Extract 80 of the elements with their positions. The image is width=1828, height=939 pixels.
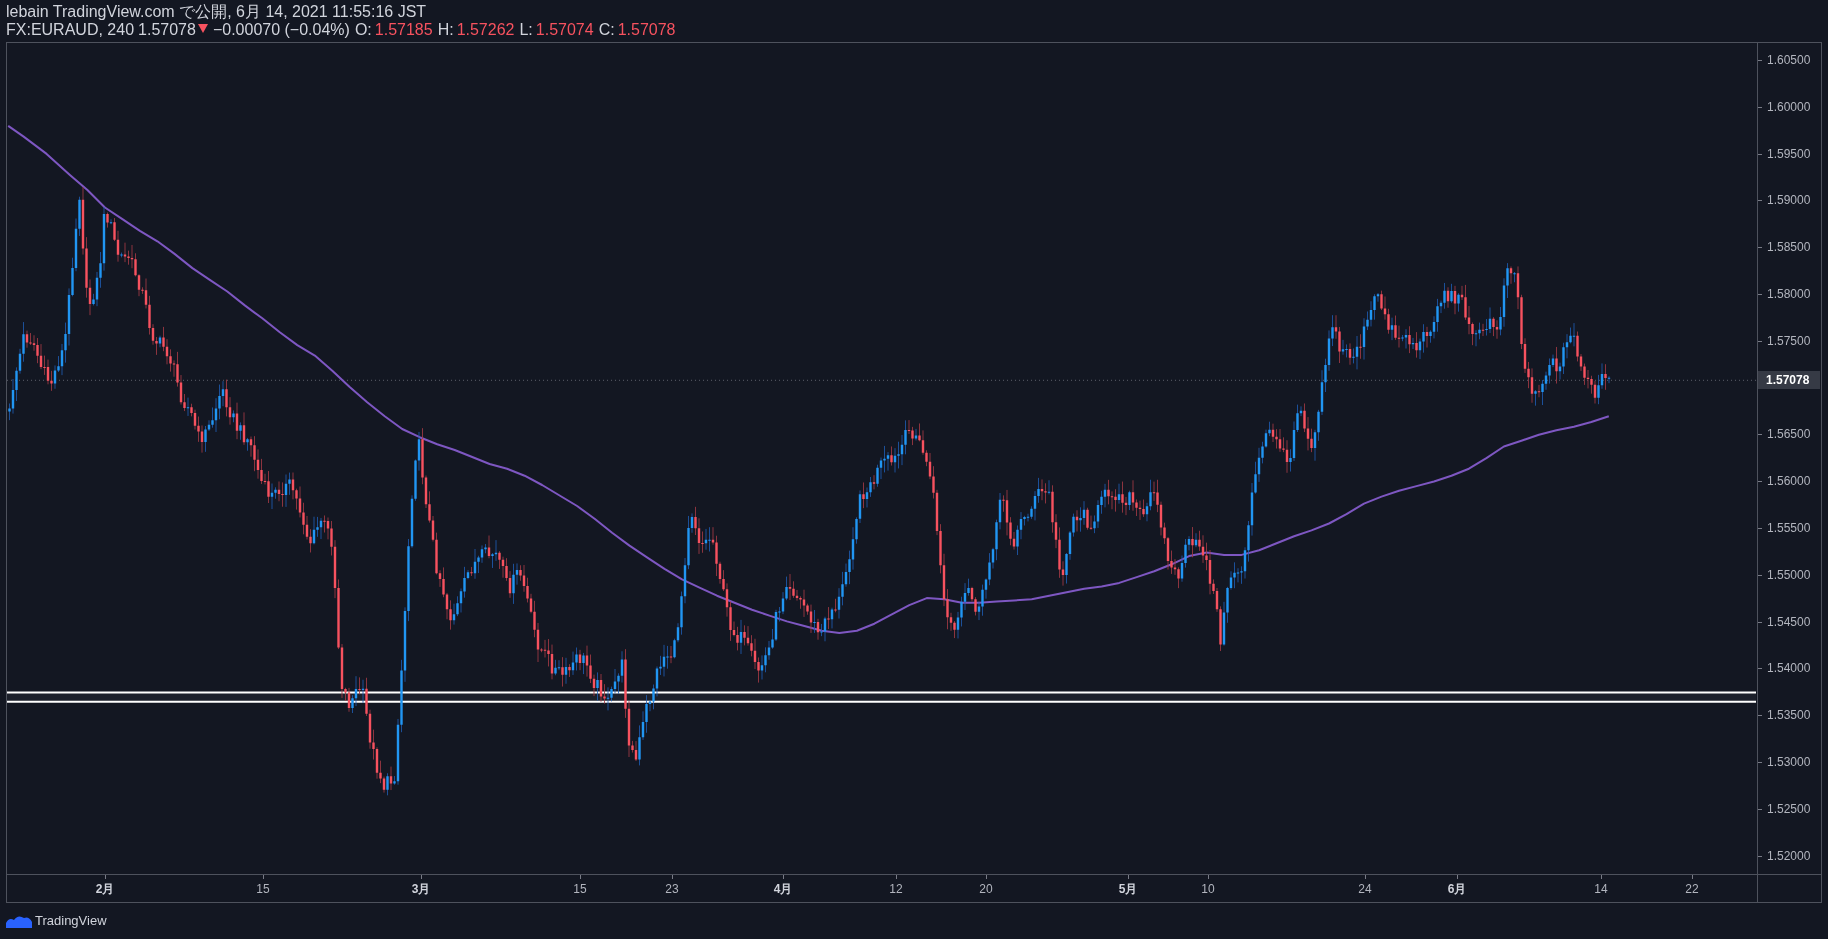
ohlc-value: 1.57185 bbox=[374, 21, 433, 39]
axis-tick bbox=[1758, 294, 1762, 295]
axis-tick bbox=[1758, 60, 1762, 61]
axis-tick bbox=[896, 875, 897, 879]
ohlc-label: C: bbox=[598, 21, 615, 39]
axis-tick bbox=[1758, 762, 1762, 763]
price-tick-label: 1.57500 bbox=[1767, 333, 1811, 348]
price-tick-label: 1.59000 bbox=[1767, 193, 1811, 208]
price-change-value: −0.00070 (−0.04%) bbox=[212, 21, 350, 39]
price-tick-label: 1.55000 bbox=[1767, 567, 1811, 582]
price-tick-label: 1.56500 bbox=[1767, 427, 1811, 442]
axis-tick bbox=[783, 875, 784, 879]
price-tick-label: 1.59500 bbox=[1767, 146, 1811, 161]
axis-tick bbox=[580, 875, 581, 879]
time-tick-label: 3月 bbox=[411, 882, 431, 896]
axis-tick bbox=[1457, 875, 1458, 879]
axis-tick bbox=[1758, 481, 1762, 483]
axis-tick bbox=[1758, 715, 1762, 717]
axis-tick bbox=[672, 875, 673, 879]
time-tick-label: 6月 bbox=[1447, 882, 1467, 896]
axis-tick bbox=[1208, 875, 1209, 879]
price-tick-label: 1.60000 bbox=[1767, 99, 1811, 114]
ohlc-label: O: bbox=[354, 21, 372, 39]
price-tick-label: 1.53000 bbox=[1767, 755, 1811, 769]
time-tick-label: 15 bbox=[256, 882, 270, 896]
time-tick-label: 12 bbox=[889, 882, 903, 896]
axis-tick bbox=[1758, 574, 1762, 576]
price-tick-label: 1.58000 bbox=[1767, 287, 1811, 301]
axis-tick bbox=[1758, 855, 1762, 857]
brand-name: TradingView bbox=[35, 912, 107, 931]
price-tick-label: 1.56000 bbox=[1767, 474, 1811, 489]
ohlc-label: L: bbox=[519, 21, 533, 39]
price-tick-label: 1.55500 bbox=[1767, 521, 1811, 535]
price-tick-label: 1.52000 bbox=[1767, 848, 1811, 863]
price-tick-label: 1.60500 bbox=[1767, 53, 1811, 67]
axis-tick bbox=[1758, 621, 1762, 623]
ohlc-label: H: bbox=[437, 21, 454, 39]
time-tick-label: 23 bbox=[665, 882, 679, 896]
axis-tick bbox=[263, 875, 264, 879]
price-tick-label: 1.54000 bbox=[1767, 661, 1811, 676]
publish-info: lebain TradingView.com で公開, 6月 14, 2021 11:55:16 JST bbox=[6, 3, 427, 21]
axis-tick bbox=[1758, 340, 1762, 342]
time-tick-label: 14 bbox=[1594, 882, 1608, 896]
time-tick-label: 2月 bbox=[95, 882, 115, 896]
ohlc-value: 1.57074 bbox=[535, 21, 594, 39]
ohlc-value: 1.57262 bbox=[456, 21, 515, 39]
ohlc-value: 1.57078 bbox=[617, 21, 676, 39]
axis-tick bbox=[1758, 153, 1762, 155]
time-tick-label: 24 bbox=[1358, 882, 1372, 896]
time-tick-label: 22 bbox=[1685, 882, 1699, 896]
price-tick-label: 1.54500 bbox=[1767, 614, 1811, 629]
current-price-label: 1.57078 bbox=[1758, 371, 1820, 390]
symbol-label: FX:EURAUD, 240 bbox=[6, 21, 135, 39]
price-tick-label: 1.52500 bbox=[1767, 801, 1811, 816]
time-tick-label: 10 bbox=[1201, 882, 1215, 896]
price-axis[interactable]: 1.60500 1.60000 1.59500 1.59000 1.58500 1.58000 1.57500 1.56500 1.56000 1.55500 1.55000 1.54500 1.54000 1.53500 1.53000 1.52500 1.52000 1.57078 bbox=[1757, 43, 1821, 874]
axis-tick bbox=[1758, 106, 1762, 108]
axis-tick bbox=[1365, 875, 1366, 879]
axis-tick bbox=[105, 875, 106, 879]
last-price-value: 1.57078 bbox=[138, 21, 196, 39]
time-tick-label: 4月 bbox=[773, 882, 793, 896]
axis-tick bbox=[1758, 434, 1762, 436]
axis-tick bbox=[986, 875, 987, 879]
axis-tick bbox=[1128, 875, 1129, 879]
horizontal-band[interactable] bbox=[7, 691, 1756, 703]
time-axis[interactable]: 2月 15 3月 15 23 4月 12 20 5月 10 24 6月 14 22 bbox=[7, 875, 1757, 902]
time-tick-label: 20 bbox=[979, 882, 993, 896]
axis-tick bbox=[1601, 875, 1602, 879]
axis-tick bbox=[1758, 808, 1762, 810]
axis-tick bbox=[421, 875, 422, 879]
axis-tick bbox=[1758, 668, 1762, 670]
axis-tick bbox=[1692, 875, 1693, 879]
time-tick-label: 5月 bbox=[1118, 882, 1138, 896]
axis-tick bbox=[1758, 528, 1762, 529]
axis-tick bbox=[1758, 200, 1762, 202]
cloud-logo-icon bbox=[6, 914, 32, 928]
axis-tick bbox=[1758, 247, 1762, 249]
price-tick-label: 1.53500 bbox=[1767, 708, 1811, 723]
price-tick-label: 1.58500 bbox=[1767, 240, 1811, 255]
time-tick-label: 15 bbox=[573, 882, 587, 896]
